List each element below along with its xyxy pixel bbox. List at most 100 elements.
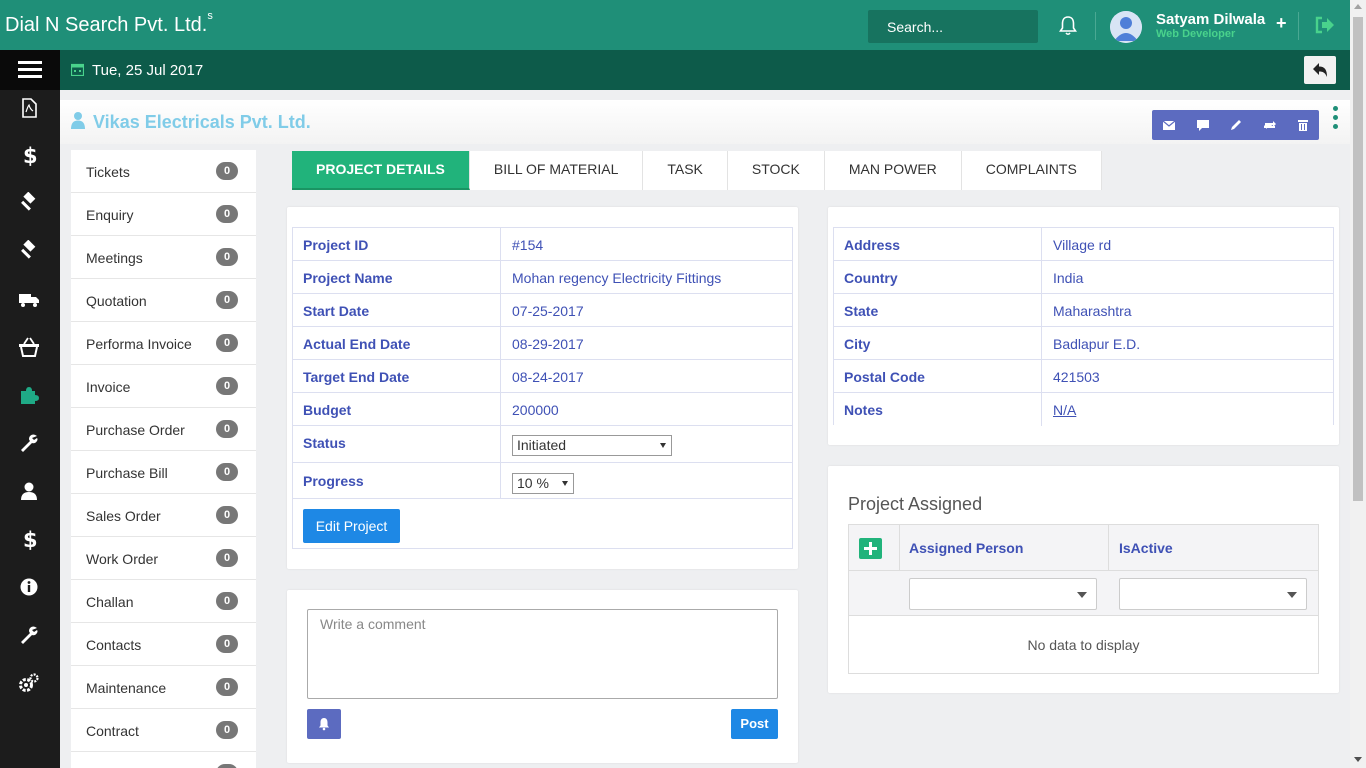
comment-input[interactable]: Write a comment xyxy=(307,609,778,699)
notes-link[interactable]: N/A xyxy=(1053,402,1076,418)
company-name: Vikas Electricals Pvt. Ltd. xyxy=(93,112,311,132)
progress-select[interactable]: 10 % xyxy=(512,473,574,494)
module-label: Invoice xyxy=(86,379,131,395)
assigned-person-header[interactable]: Assigned Person xyxy=(909,540,1023,556)
tab-stock[interactable]: STOCK xyxy=(728,151,825,190)
budget-label: Budget xyxy=(303,402,352,418)
module-item[interactable]: Quotation 0 xyxy=(71,279,256,322)
gavel-icon[interactable] xyxy=(18,192,40,214)
module-label: Performa Invoice xyxy=(86,336,192,352)
tab-task[interactable]: TASK xyxy=(643,151,728,190)
logout-icon[interactable] xyxy=(1314,15,1336,35)
tab-man-power[interactable]: MAN POWER xyxy=(825,151,962,190)
wrench-icon[interactable] xyxy=(18,432,40,454)
module-item[interactable]: Work Order 0 xyxy=(71,537,256,580)
reply-icon xyxy=(1313,63,1327,77)
tab-project-details[interactable]: PROJECT DETAILS xyxy=(292,151,470,190)
scroll-down-arrow-icon[interactable] xyxy=(1354,757,1362,762)
module-item[interactable]: Challan 0 xyxy=(71,580,256,623)
module-item[interactable]: Performa Invoice 0 xyxy=(71,322,256,365)
module-item[interactable]: Enquiry 0 xyxy=(71,193,256,236)
module-item[interactable]: Purchase Bill 0 xyxy=(71,451,256,494)
project-name-value: Mohan regency Electricity Fittings xyxy=(512,270,722,286)
dollar-icon[interactable]: $ xyxy=(18,144,40,166)
postal-code-label: Postal Code xyxy=(844,369,925,385)
is-active-filter[interactable] xyxy=(1119,578,1307,610)
back-button[interactable] xyxy=(1304,56,1336,84)
notify-button[interactable] xyxy=(307,709,341,739)
is-active-header[interactable]: IsActive xyxy=(1119,540,1173,556)
count-badge: 0 xyxy=(216,592,238,610)
search-input[interactable]: Search... xyxy=(868,10,1038,43)
user-avatar-icon xyxy=(1110,11,1142,43)
avatar[interactable] xyxy=(1110,11,1142,43)
module-item[interactable]: Invoice 0 xyxy=(71,365,256,408)
module-item[interactable]: Tickets 0 xyxy=(71,150,256,193)
current-date: Tue, 25 Jul 2017 xyxy=(92,62,204,79)
more-options-icon[interactable] xyxy=(1333,106,1339,132)
scroll-up-arrow-icon[interactable] xyxy=(1354,4,1362,9)
address-value: Village rd xyxy=(1053,237,1112,253)
wrench-icon[interactable] xyxy=(18,624,40,646)
add-icon[interactable]: + xyxy=(1276,13,1287,34)
assigned-person-filter[interactable] xyxy=(909,578,1097,610)
tab-bill-of-material[interactable]: BILL OF MATERIAL xyxy=(470,151,644,190)
scrollbar-thumb[interactable] xyxy=(1353,17,1363,501)
edit-project-button[interactable]: Edit Project xyxy=(303,509,400,543)
user-icon[interactable] xyxy=(18,480,40,502)
svg-text:$: $ xyxy=(23,528,38,550)
grid-filter-row xyxy=(849,571,1318,616)
module-label: Maintenance xyxy=(86,680,167,696)
module-item[interactable]: Sales Order 0 xyxy=(71,494,256,537)
left-navigation: $ $ xyxy=(0,90,60,768)
start-date-value: 07-25-2017 xyxy=(512,303,584,319)
sub-bar xyxy=(60,50,1350,90)
status-select[interactable]: Initiated xyxy=(512,435,672,456)
user-name[interactable]: Satyam Dilwala xyxy=(1156,11,1265,28)
address-table: Address Village rd Country India State Maha… xyxy=(833,227,1334,426)
tab-complaints[interactable]: COMPLAINTS xyxy=(962,151,1102,190)
pdf-icon[interactable] xyxy=(18,97,40,119)
empty-message: No data to display xyxy=(1027,637,1140,653)
puzzle-icon[interactable] xyxy=(18,384,40,406)
email-icon[interactable] xyxy=(1162,118,1176,132)
grid-header: Assigned Person IsActive xyxy=(849,525,1318,616)
module-item[interactable]: Maintenance 0 xyxy=(71,666,256,709)
budget-value: 200000 xyxy=(512,402,559,418)
add-row-button[interactable] xyxy=(859,538,882,559)
postal-code-value: 421503 xyxy=(1053,369,1100,385)
dollar-icon[interactable]: $ xyxy=(18,528,40,550)
gavel-icon[interactable] xyxy=(18,240,40,262)
module-item[interactable]: Contract 0 xyxy=(71,709,256,752)
trash-icon[interactable] xyxy=(1296,118,1310,132)
module-item[interactable]: Purchase Order 0 xyxy=(71,408,256,451)
truck-icon[interactable] xyxy=(18,288,40,310)
city-value: Badlapur E.D. xyxy=(1053,336,1141,352)
module-label: Challan xyxy=(86,594,134,610)
module-item[interactable]: Contacts 0 xyxy=(71,623,256,666)
post-button[interactable]: Post xyxy=(731,709,778,739)
target-end-date-value: 08-24-2017 xyxy=(512,369,584,385)
count-badge: 0 xyxy=(216,635,238,653)
address-label: Address xyxy=(844,237,901,253)
basket-icon[interactable] xyxy=(18,336,40,358)
brand-name[interactable]: Dial N Search Pvt. Ltd.s xyxy=(5,10,213,37)
address-panel: Address Village rd Country India State Maha… xyxy=(828,207,1339,445)
module-item[interactable]: Meetings 0 xyxy=(71,236,256,279)
count-badge: 0 xyxy=(216,463,238,481)
page-scrollbar[interactable] xyxy=(1350,0,1366,768)
info-icon[interactable] xyxy=(18,576,40,598)
pencil-icon[interactable] xyxy=(1229,118,1243,132)
state-label: State xyxy=(844,303,879,319)
tab-bar: PROJECT DETAILS BILL OF MATERIAL TASK ST… xyxy=(292,151,1102,190)
module-label: Enquiry xyxy=(86,207,134,223)
count-badge: 0 xyxy=(216,721,238,739)
refresh-icon[interactable] xyxy=(1263,118,1277,132)
module-item[interactable] xyxy=(71,752,256,768)
actual-end-date-value: 08-29-2017 xyxy=(512,336,584,352)
gears-icon[interactable] xyxy=(18,672,40,694)
progress-label: Progress xyxy=(303,473,364,489)
menu-toggle-button[interactable] xyxy=(0,50,60,90)
notification-bell-icon[interactable] xyxy=(1058,15,1078,37)
comment-icon[interactable] xyxy=(1196,118,1210,132)
